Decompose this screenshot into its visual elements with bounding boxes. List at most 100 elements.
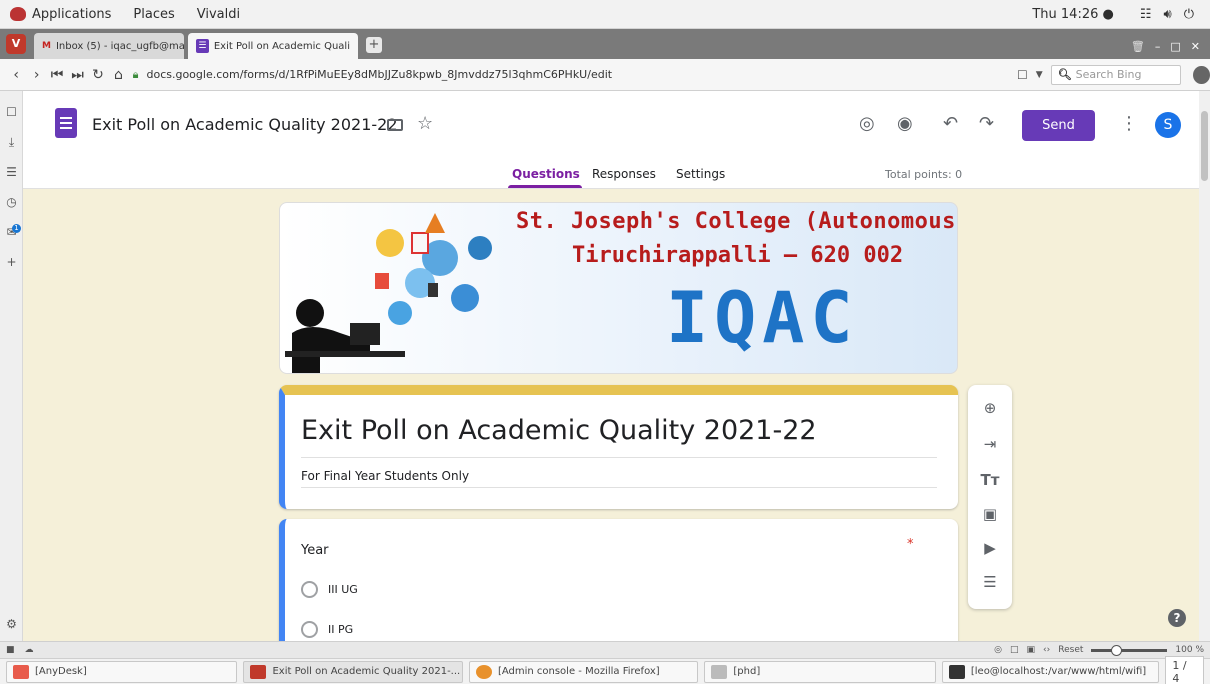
zoom-slider[interactable] — [1091, 644, 1168, 656]
task-label: [phd] — [733, 666, 761, 677]
chevron-down-icon[interactable]: ▼ — [1036, 70, 1043, 80]
vivaldi-menu-button[interactable]: V — [6, 34, 26, 54]
option-label[interactable]: III UG — [328, 583, 358, 596]
option-row[interactable]: II PG — [301, 621, 353, 638]
applications-menu[interactable]: Applications — [32, 7, 111, 22]
active-tab-indicator — [508, 185, 582, 188]
trash-icon[interactable]: 🗑︎ — [1131, 40, 1145, 53]
task-label: [AnyDesk] — [35, 666, 87, 677]
option-label[interactable]: II PG — [328, 623, 353, 636]
banner-illustration — [285, 213, 492, 373]
form-description[interactable]: For Final Year Students Only — [301, 469, 469, 483]
add-video-icon[interactable]: ▶ — [980, 539, 1000, 559]
radio-button[interactable] — [301, 581, 318, 598]
forward-icon[interactable]: › — [26, 67, 46, 83]
add-panel-icon[interactable]: + — [4, 255, 19, 270]
close-icon[interactable]: ✕ — [1191, 40, 1200, 53]
network-icon[interactable]: ☷ — [1140, 7, 1152, 22]
image-toggle-icon[interactable]: ▣ — [1027, 645, 1036, 655]
tab-responses[interactable]: Responses — [592, 167, 656, 181]
firefox-icon — [475, 664, 492, 679]
vivaldi-menu[interactable]: Vivaldi — [197, 7, 240, 22]
account-avatar[interactable]: S — [1155, 112, 1181, 138]
minimize-icon[interactable]: – — [1155, 40, 1161, 53]
search-input[interactable]: 🔍︎ Search Bing — [1050, 64, 1182, 85]
settings-gear-icon[interactable]: ⚙ — [4, 617, 19, 632]
gmail-icon: M — [42, 41, 51, 51]
browser-status-bar: ■ ☁ ◎ □ ▣ ‹› Reset 100 % — [0, 641, 1210, 658]
places-menu[interactable]: Places — [133, 7, 174, 22]
rewind-icon[interactable]: ⏮ — [47, 67, 67, 83]
home-icon[interactable]: ⌂ — [108, 67, 128, 83]
form-title[interactable]: Exit Poll on Academic Quality 2021-22 — [301, 415, 817, 446]
capture-icon[interactable]: ◎ — [994, 645, 1002, 655]
downloads-panel-icon[interactable]: ⤓ — [4, 135, 19, 150]
help-icon[interactable]: ? — [1168, 609, 1186, 627]
panel-toggle-icon[interactable]: ■ — [6, 645, 15, 655]
tab-settings[interactable]: Settings — [676, 167, 725, 181]
task-firefox[interactable]: [Admin console - Mozilla Firefox] — [468, 660, 699, 683]
tab-exit-poll[interactable]: ☰ Exit Poll on Academic Quali — [188, 33, 358, 59]
terminal-icon — [948, 664, 965, 679]
question-title[interactable]: Year — [301, 543, 329, 558]
add-image-icon[interactable]: ▣ — [980, 505, 1000, 525]
tab-exit-poll-label: Exit Poll on Academic Quali — [213, 40, 350, 52]
tab-gmail[interactable]: M Inbox (5) - iqac_ugfb@mai — [34, 33, 184, 59]
form-title-card[interactable]: Exit Poll on Academic Quality 2021-22 Fo… — [279, 385, 958, 509]
option-row[interactable]: III UG — [301, 581, 358, 598]
banner-city: Tiruchirappalli – 620 002 — [572, 243, 904, 268]
maximize-icon[interactable]: □ — [1170, 40, 1180, 53]
forms-icon: ☰ — [196, 39, 209, 53]
zoom-reset-button[interactable]: Reset — [1058, 645, 1083, 655]
add-title-icon[interactable]: Tᴛ — [980, 471, 1000, 491]
send-button[interactable]: Send — [1022, 110, 1095, 141]
profile-icon[interactable] — [1193, 65, 1210, 84]
zoom-slider-knob[interactable] — [1111, 644, 1123, 656]
add-question-icon[interactable]: ⊕ — [980, 399, 1000, 419]
divider — [301, 487, 937, 488]
google-forms-logo-icon[interactable] — [55, 108, 77, 138]
system-clock[interactable]: Thu 14:26 ● — [1032, 7, 1114, 22]
divider — [301, 457, 937, 458]
star-icon[interactable]: ☆ — [417, 113, 433, 134]
history-panel-icon[interactable]: ◷ — [4, 195, 19, 210]
power-icon[interactable]: ⏻ — [1184, 7, 1194, 22]
vivaldi-icon — [250, 664, 267, 679]
bookmarks-panel-icon[interactable]: ☐ — [4, 105, 19, 120]
document-title[interactable]: Exit Poll on Academic Quality 2021-22 — [92, 115, 398, 134]
tab-questions[interactable]: Questions — [512, 167, 580, 181]
radio-button[interactable] — [301, 621, 318, 638]
import-questions-icon[interactable]: ⇥ — [980, 435, 1000, 455]
question-card[interactable]: Year * III UG II PG — [279, 519, 958, 641]
fast-forward-icon[interactable]: ⏭ — [67, 67, 87, 83]
task-phd[interactable]: [phd] — [704, 660, 936, 683]
folder-icon — [711, 664, 728, 679]
page-actions-icon[interactable]: ‹› — [1043, 645, 1050, 655]
lock-icon: 🔒︎ — [132, 67, 139, 81]
task-terminal[interactable]: [leo@localhost:/var/www/html/wifi] — [941, 660, 1160, 683]
redo-icon[interactable]: ↷ — [979, 113, 994, 134]
forms-header: Exit Poll on Academic Quality 2021-22 ☆ … — [23, 91, 1199, 189]
tile-icon[interactable]: □ — [1010, 645, 1019, 655]
preview-eye-icon[interactable]: ◉ — [897, 113, 913, 134]
volume-icon[interactable]: 🔊︎ — [1164, 7, 1172, 22]
back-icon[interactable]: ‹ — [6, 67, 26, 83]
notes-panel-icon[interactable]: ☰ — [4, 165, 19, 180]
url-field[interactable]: 🔒︎ docs.google.com/forms/d/1RfPiMuEEy8dM… — [133, 64, 885, 86]
new-tab-button[interactable]: + — [366, 37, 382, 53]
folder-icon[interactable] — [387, 119, 403, 131]
more-options-icon[interactable]: ⋮ — [1120, 113, 1138, 134]
add-section-icon[interactable]: ☰ — [980, 573, 1000, 593]
task-vivaldi[interactable]: Exit Poll on Academic Quality 2021-... — [243, 660, 463, 683]
task-anydesk[interactable]: [AnyDesk] — [6, 660, 238, 683]
bookmark-icon[interactable]: ☐ — [1017, 68, 1028, 82]
system-top-bar: Applications Places Vivaldi Thu 14:26 ● … — [0, 0, 1210, 29]
palette-icon[interactable]: ◎ — [859, 113, 875, 134]
undo-icon[interactable]: ↶ — [943, 113, 958, 134]
cloud-sync-icon[interactable]: ☁ — [25, 645, 34, 655]
page-scrollbar[interactable] — [1199, 91, 1210, 641]
total-points: Total points: 0 — [885, 168, 963, 181]
workspace-pager[interactable]: 1 / 4 — [1165, 655, 1204, 684]
scrollbar-thumb[interactable] — [1201, 111, 1208, 181]
reload-icon[interactable]: ↻ — [88, 67, 108, 83]
